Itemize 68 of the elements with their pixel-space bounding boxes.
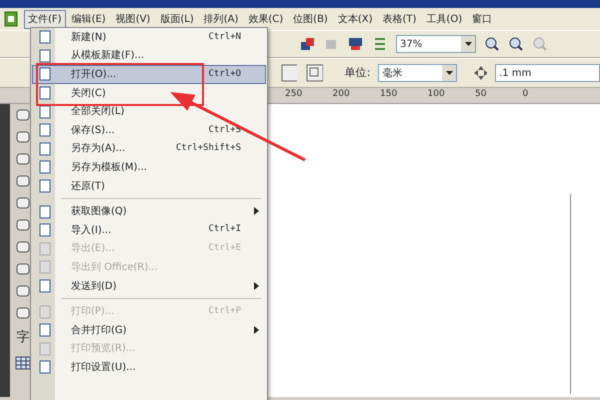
menu-item[interactable]: 窗口 xyxy=(468,10,496,28)
menu-item[interactable]: 打印设置(U)... xyxy=(32,358,266,377)
menu-item[interactable]: 全部关闭(L) xyxy=(32,102,266,121)
document-icon xyxy=(38,360,52,374)
document-icon xyxy=(38,123,52,138)
menu-item[interactable]: 编辑(E) xyxy=(68,10,110,28)
zoom-combo[interactable]: 37% xyxy=(396,35,476,53)
menu-item[interactable]: 另存为模板(M)... xyxy=(32,158,266,177)
menu-item[interactable]: 表格(T) xyxy=(378,10,420,28)
ruler-label: 0 xyxy=(522,89,528,99)
document-icon xyxy=(38,223,52,238)
document-icon xyxy=(38,67,52,82)
zoom-out-icon[interactable] xyxy=(508,36,524,52)
document-icon xyxy=(38,279,52,294)
menu-item[interactable]: 打开(O)... Ctrl+O xyxy=(32,65,266,84)
text-tool[interactable]: 字 xyxy=(16,328,30,348)
menu-item[interactable]: 获取图像(Q) xyxy=(32,202,266,221)
document-icon xyxy=(38,242,52,256)
page-icon[interactable] xyxy=(280,63,298,83)
document-icon xyxy=(38,48,52,63)
menu-item[interactable]: 排列(A) xyxy=(200,10,242,28)
menu-item[interactable]: 位图(B) xyxy=(289,10,332,28)
document-icon xyxy=(38,260,52,274)
menu-item[interactable]: 效果(C) xyxy=(244,10,288,28)
document-icon xyxy=(38,142,52,156)
ruler-label: 100 xyxy=(428,89,445,99)
document-icon xyxy=(38,304,52,319)
ruler-label: 150 xyxy=(380,89,398,99)
submenu-arrow-icon xyxy=(254,207,259,216)
document-icon xyxy=(38,160,52,174)
menu-item[interactable]: 版面(L) xyxy=(156,10,198,28)
unit-label: 单位: xyxy=(344,64,370,81)
options-icon[interactable] xyxy=(372,36,388,52)
submenu-arrow-icon xyxy=(254,326,259,334)
publish-icon[interactable] xyxy=(348,36,364,52)
ruler-label: 250 xyxy=(285,89,302,99)
menu-item[interactable]: 新建(N) Ctrl+N xyxy=(32,28,266,47)
menu-item[interactable]: 从模板新建(F)... xyxy=(32,46,266,66)
document-icon xyxy=(38,342,52,356)
dropdown-arrow-icon xyxy=(446,71,453,75)
menu-item[interactable]: 关闭(C) xyxy=(32,84,266,102)
pages-icon[interactable] xyxy=(305,63,323,83)
menu-item[interactable]: 视图(V) xyxy=(112,10,154,28)
submenu-arrow-icon xyxy=(254,282,259,290)
app-logo-icon xyxy=(4,10,18,27)
ruler-label: 200 xyxy=(332,89,350,99)
document-icon xyxy=(38,179,52,194)
menu-item[interactable]: 导入(I)... Ctrl+I xyxy=(32,220,266,240)
zoom-in-icon[interactable] xyxy=(484,36,500,52)
nudge-field[interactable]: .1 mm xyxy=(495,64,600,82)
document-icon xyxy=(38,204,52,219)
ruler-label: 50 xyxy=(475,89,486,99)
nudge-icon xyxy=(473,65,488,81)
document-icon xyxy=(38,30,52,44)
document-icon xyxy=(38,323,52,338)
menu-item[interactable]: 另存为(A)... Ctrl+Shift+S xyxy=(32,140,266,158)
menu-item[interactable]: 文本(X) xyxy=(334,10,376,28)
menu-item[interactable]: 文件(F) xyxy=(24,10,66,28)
menu-item[interactable]: 还原(T) xyxy=(32,176,266,196)
menu-item[interactable]: 合并打印(G) xyxy=(32,320,266,340)
import-icon[interactable] xyxy=(300,36,316,52)
unit-combo[interactable]: 毫米 xyxy=(378,64,458,82)
document-icon xyxy=(38,104,52,119)
document-icon xyxy=(38,86,52,100)
table-tool-icon[interactable] xyxy=(15,356,31,370)
dropdown-arrow-icon xyxy=(464,42,472,46)
menu-item[interactable]: 发送到(D) xyxy=(32,276,266,296)
menu-item[interactable]: 工具(O) xyxy=(422,10,466,28)
